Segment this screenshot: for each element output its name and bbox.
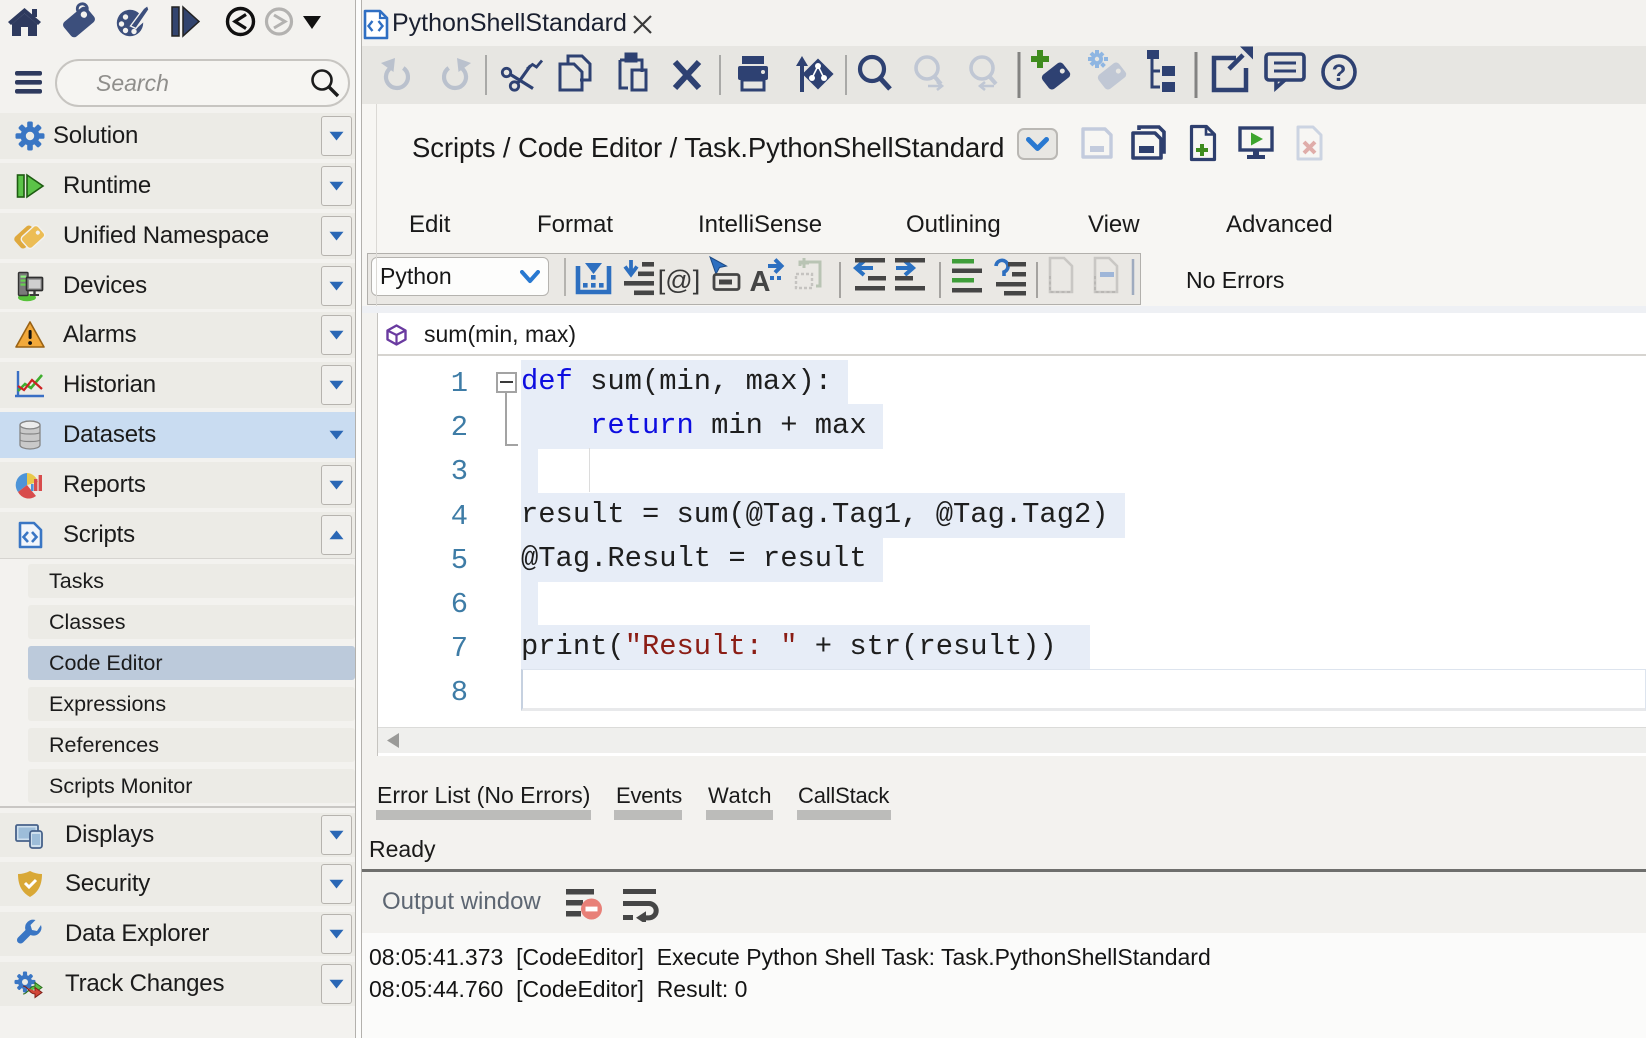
svg-text:A: A [750,266,771,298]
svg-text:[@]: [@] [658,265,700,295]
svg-text:?: ? [1332,60,1347,87]
